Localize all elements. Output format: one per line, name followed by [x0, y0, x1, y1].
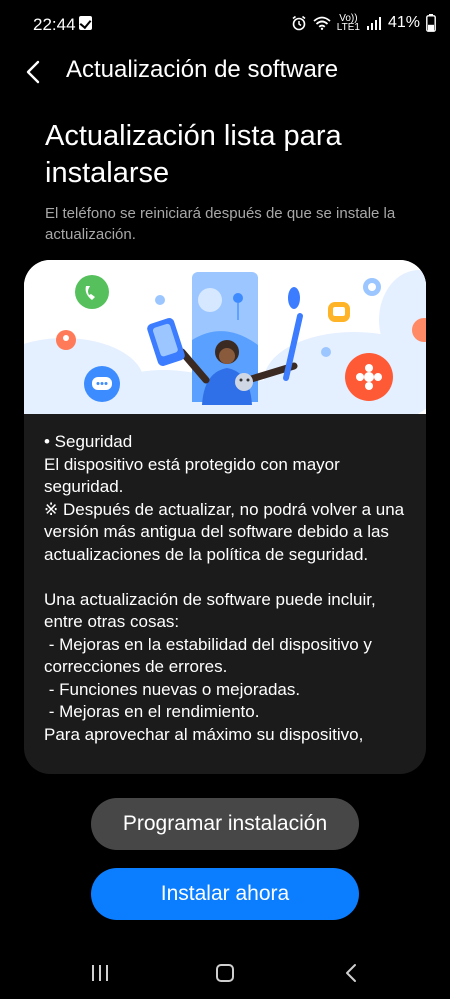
status-time: 22:44	[33, 15, 76, 34]
volte-indicator: Vo)) LTE1	[336, 14, 360, 33]
back-icon	[346, 964, 356, 982]
battery-icon	[426, 14, 436, 32]
screen: 22:44 Vo)) LTE1 41% Actualización de sof…	[0, 0, 450, 999]
navigation-bar	[0, 948, 450, 999]
status-bar: 22:44 Vo)) LTE1 41%	[0, 0, 450, 48]
recents-button[interactable]	[90, 964, 110, 982]
nav-back-button[interactable]	[343, 963, 359, 983]
battery-percent: 41%	[387, 14, 420, 31]
battery-fill	[428, 24, 434, 31]
schedule-install-button[interactable]: Programar instalación	[91, 798, 359, 850]
back-arrow-icon	[26, 60, 40, 84]
update-headline: Actualización lista para instalarse	[45, 120, 342, 189]
page-title: Actualización de software	[66, 56, 339, 83]
install-now-button[interactable]: Instalar ahora	[91, 868, 359, 920]
volte-bottom-label: LTE1	[336, 22, 360, 33]
status-icons: Vo)) LTE1 41%	[291, 14, 436, 33]
software-update-illustration	[24, 260, 426, 414]
update-subtext: El teléfono se reiniciará después de que…	[45, 205, 396, 243]
recents-icon	[92, 965, 108, 981]
app-bar: Actualización de software	[0, 48, 450, 96]
notification-check-icon	[79, 16, 92, 30]
signal-icon	[366, 17, 381, 30]
wifi-icon	[313, 16, 331, 30]
release-notes-card[interactable]: • Seguridad El dispositivo está protegid…	[24, 260, 426, 774]
release-notes-text: • Seguridad El dispositivo está protegid…	[44, 432, 405, 744]
alarm-icon	[292, 15, 306, 31]
home-button[interactable]	[216, 964, 234, 982]
back-button[interactable]	[18, 56, 50, 88]
